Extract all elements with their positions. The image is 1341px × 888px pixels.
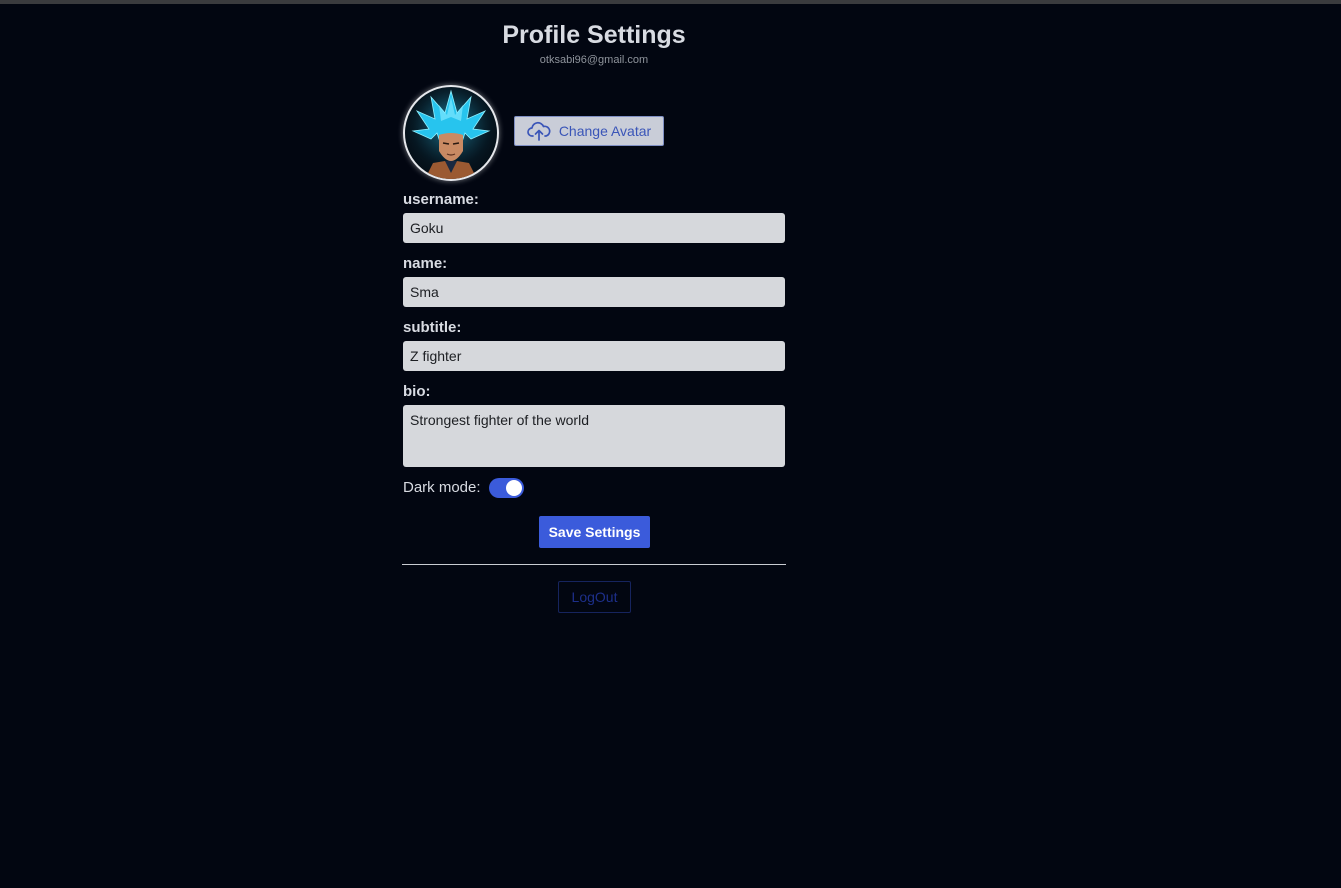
bio-label: bio: (403, 383, 431, 400)
dark-mode-label: Dark mode: (403, 479, 481, 496)
dark-mode-row: Dark mode: (403, 478, 524, 498)
username-label: username: (403, 191, 479, 208)
divider (402, 564, 786, 565)
change-avatar-button[interactable]: Change Avatar (514, 116, 664, 146)
name-label: name: (403, 255, 448, 272)
dark-mode-toggle[interactable] (488, 478, 524, 498)
avatar (403, 85, 499, 181)
logout-button[interactable]: LogOut (558, 581, 631, 613)
window-top-bar (0, 0, 1341, 4)
name-field[interactable] (403, 277, 785, 307)
cloud-upload-icon (526, 120, 551, 142)
user-email: otksabi96@gmail.com (539, 54, 649, 66)
subtitle-label: subtitle: (403, 319, 462, 336)
subtitle-field[interactable] (403, 341, 785, 371)
toggle-knob (505, 480, 522, 496)
avatar-image (405, 87, 497, 179)
page-title: Profile Settings (502, 21, 686, 49)
save-settings-button[interactable]: Save Settings (539, 516, 650, 548)
bio-field[interactable]: Strongest fighter of the world (403, 405, 785, 467)
change-avatar-label: Change Avatar (558, 123, 652, 139)
username-field[interactable] (403, 213, 785, 243)
